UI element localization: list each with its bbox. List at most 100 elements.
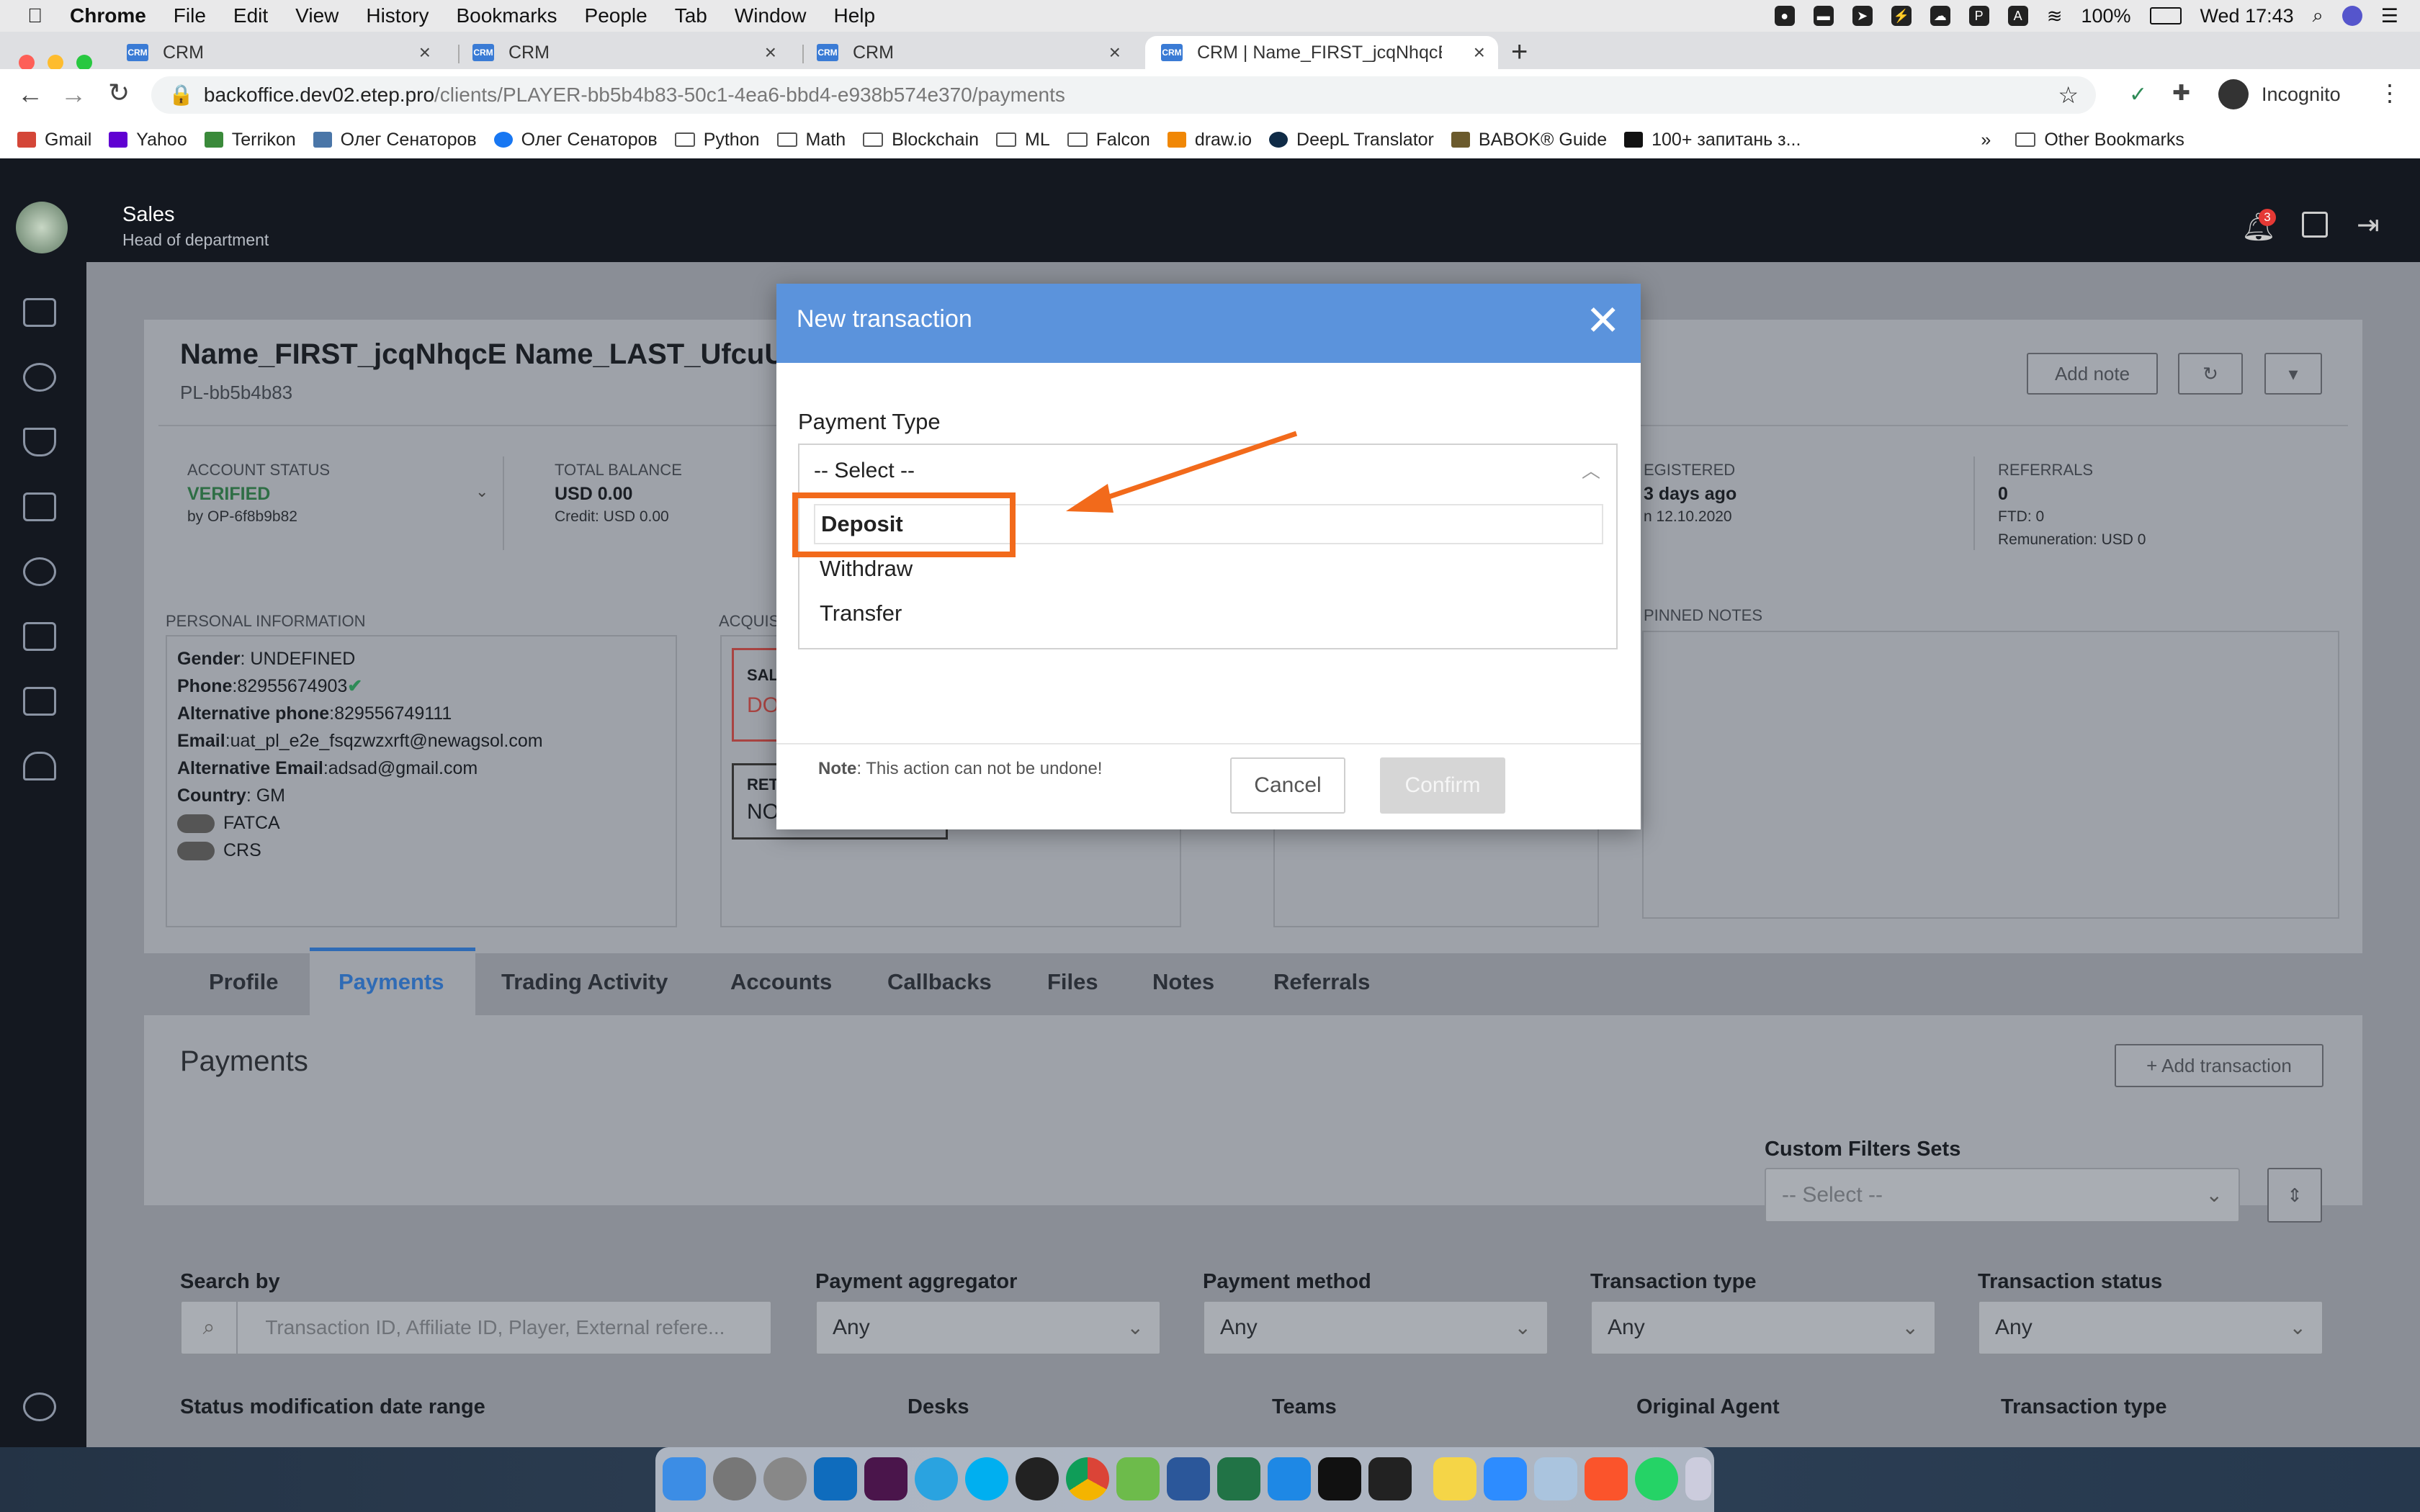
bookmark-item[interactable]: Yahoo [109, 130, 187, 150]
outlook-icon[interactable] [814, 1457, 857, 1500]
back-icon[interactable]: ← [17, 79, 43, 109]
account-status-chevron-icon[interactable]: ⌄ [475, 482, 488, 501]
apple-icon[interactable]:  [27, 4, 42, 27]
forward-icon[interactable]: → [60, 79, 86, 109]
bookmark-item[interactable]: 100+ запитань з... [1624, 130, 1801, 150]
option-withdraw[interactable]: Withdraw [820, 556, 913, 582]
tab-callbacks[interactable]: Callbacks [887, 969, 992, 995]
telegram-icon[interactable] [915, 1457, 958, 1500]
send-icon[interactable]: ➤ [1852, 6, 1873, 26]
finder-icon[interactable] [663, 1457, 706, 1500]
terminal-icon[interactable] [1368, 1457, 1412, 1500]
chrome-icon[interactable] [1066, 1457, 1109, 1500]
trading-icon[interactable] [23, 687, 56, 716]
partners-icon[interactable] [23, 557, 56, 586]
payment-method-select[interactable]: Any ⌄ [1203, 1300, 1549, 1355]
bookmark-item[interactable]: DeepL Translator [1269, 130, 1434, 150]
window-minimize-icon[interactable] [48, 55, 63, 71]
tab-notes[interactable]: Notes [1152, 969, 1214, 995]
bookmark-folder[interactable]: Blockchain [863, 130, 979, 150]
bookmark-item[interactable]: Олег Сенаторов [313, 130, 477, 150]
more-actions-button[interactable]: ▾ [2264, 353, 2322, 395]
word-icon[interactable] [1167, 1457, 1210, 1500]
bookmark-folder[interactable]: Falcon [1067, 130, 1150, 150]
preview-icon[interactable] [1534, 1457, 1577, 1500]
window-zoom-icon[interactable] [76, 55, 92, 71]
calendar-icon[interactable] [2302, 212, 2328, 238]
window-close-icon[interactable] [19, 55, 35, 71]
bookmark-item[interactable]: Олег Сенаторов [493, 130, 658, 150]
custom-filters-select[interactable]: -- Select -- ⌄ [1765, 1168, 2240, 1223]
browser-tab[interactable]: CRM CRM × [817, 36, 1134, 69]
other-bookmarks[interactable]: Other Bookmarks [2015, 130, 2184, 150]
system-prefs-icon[interactable] [713, 1457, 756, 1500]
close-tab-icon[interactable]: × [1109, 41, 1121, 64]
payments-icon[interactable] [23, 622, 56, 651]
bookmark-star-icon[interactable]: ☆ [2058, 76, 2079, 114]
siri-icon[interactable] [2341, 6, 2362, 26]
p-app-icon[interactable] [1016, 1457, 1059, 1500]
fatca-toggle-row[interactable]: FATCA [177, 809, 543, 837]
help-lifebuoy-icon[interactable] [23, 1392, 56, 1421]
p-icon[interactable]: P [1968, 6, 1989, 26]
crs-toggle-row[interactable]: CRS [177, 837, 543, 864]
search-icon[interactable]: ⌕ [2313, 4, 2323, 27]
vscode-icon[interactable] [1268, 1457, 1311, 1500]
menu-edit[interactable]: Edit [233, 4, 268, 27]
zoom-icon[interactable] [1484, 1457, 1527, 1500]
collapse-filters-button[interactable]: ⇕ [2267, 1168, 2322, 1223]
slack-icon[interactable] [864, 1457, 908, 1500]
cloud-icon[interactable]: ☁ [1930, 6, 1950, 26]
fatca-toggle[interactable] [177, 814, 215, 834]
battery-text[interactable]: 100% [2081, 5, 2130, 27]
battery-icon[interactable] [2149, 7, 2182, 24]
close-tab-icon[interactable]: × [765, 41, 776, 64]
tab-payments[interactable]: Payments [339, 969, 444, 995]
bookmark-folder[interactable]: Python [674, 130, 760, 150]
bookmark-folder[interactable]: ML [996, 130, 1050, 150]
payment-aggregator-select[interactable]: Any ⌄ [815, 1300, 1161, 1355]
status-icon[interactable]: ● [1774, 6, 1795, 26]
cancel-button[interactable]: Cancel [1230, 757, 1345, 814]
whatsapp-icon[interactable] [1635, 1457, 1678, 1500]
option-transfer[interactable]: Transfer [820, 600, 902, 626]
extensions-puzzle-icon[interactable]: ✚ [2172, 81, 2190, 106]
reload-icon[interactable]: ↻ [108, 78, 130, 108]
menu-file[interactable]: File [174, 4, 206, 27]
notifications-icon[interactable] [23, 752, 56, 780]
clients-icon[interactable] [23, 363, 56, 392]
wifi-icon[interactable]: ≋ [2047, 5, 2063, 27]
trash-icon[interactable] [1685, 1457, 1711, 1500]
menu-view[interactable]: View [295, 4, 339, 27]
crs-toggle[interactable] [177, 842, 215, 861]
pycharm-icon[interactable] [1318, 1457, 1361, 1500]
refresh-button[interactable]: ↻ [2178, 353, 2243, 395]
bookmark-item[interactable]: draw.io [1167, 130, 1252, 150]
bookmarks-overflow-icon[interactable]: » [1981, 130, 1991, 150]
excel-icon[interactable] [1217, 1457, 1260, 1500]
add-transaction-button[interactable]: + Add transaction [2115, 1044, 2323, 1087]
a-icon[interactable]: A [2007, 6, 2028, 26]
menu-help[interactable]: Help [833, 4, 875, 27]
hierarchy-icon[interactable] [23, 492, 56, 521]
dashboard-chart-icon[interactable] [23, 298, 56, 327]
tab-profile[interactable]: Profile [209, 969, 278, 995]
menu-history[interactable]: History [366, 4, 429, 27]
bolt-icon[interactable]: ⚡ [1891, 6, 1912, 26]
add-note-button[interactable]: Add note [2027, 353, 2158, 395]
xmind-icon[interactable] [1116, 1457, 1160, 1500]
close-tab-icon[interactable]: × [419, 41, 431, 64]
new-tab-icon[interactable]: + [1511, 36, 1528, 68]
browser-tab-active[interactable]: CRM CRM | Name_FIRST_jcqNhqcE × [1145, 36, 1498, 69]
confirm-button[interactable]: Confirm [1380, 757, 1505, 814]
bookmark-item[interactable]: Terrikon [204, 130, 296, 150]
menu-bookmarks[interactable]: Bookmarks [456, 4, 557, 27]
status-icon[interactable]: ▬ [1813, 6, 1834, 26]
browser-tab[interactable]: CRM CRM × [472, 36, 789, 69]
profile-label[interactable]: Incognito [2262, 84, 2341, 106]
transaction-type-select[interactable]: Any ⌄ [1590, 1300, 1936, 1355]
address-bar[interactable]: 🔒 backoffice.dev02.etep.pro/clients/PLAYE… [151, 76, 2096, 114]
leads-funnel-icon[interactable] [23, 428, 56, 456]
bookmark-item[interactable]: Gmail [17, 130, 91, 150]
extension-icon[interactable]: ✓ [2129, 82, 2147, 107]
